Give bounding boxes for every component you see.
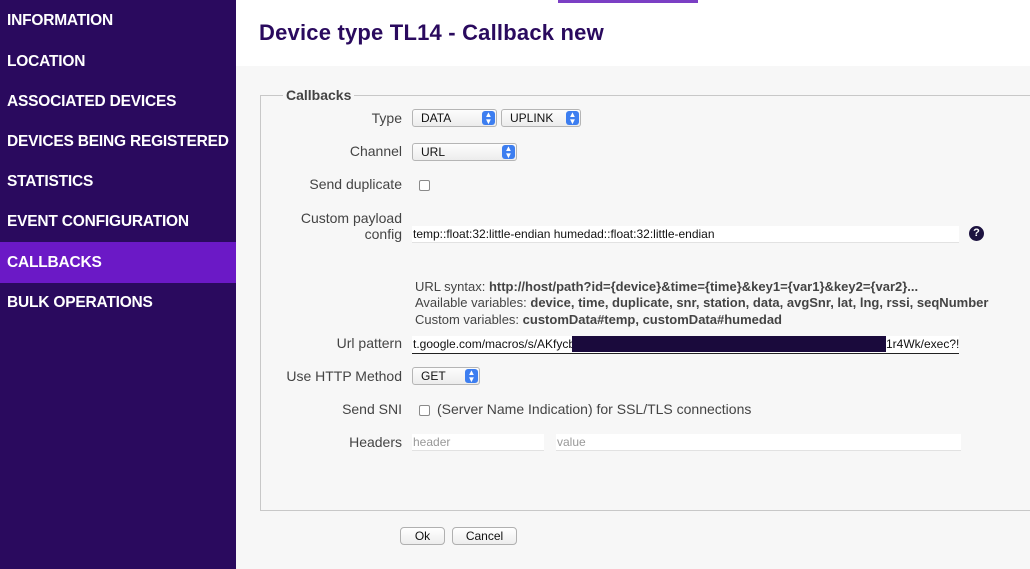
page-header: Device type TL14 - Callback new xyxy=(236,0,1030,66)
question-icon[interactable]: ? xyxy=(969,226,984,241)
sidebar-item-statistics[interactable]: STATISTICS xyxy=(0,162,236,202)
ok-button[interactable]: Ok xyxy=(400,527,445,545)
direction-select-value: UPLINK xyxy=(510,111,554,125)
chevron-updown-icon: ▲ ▼ xyxy=(465,369,478,384)
http-method-label: Use HTTP Method xyxy=(286,368,402,384)
callbacks-fieldset: Callbacks Type DATA ▲ ▼ UPLINK ▲ ▼ Channel… xyxy=(260,87,1030,511)
channel-select[interactable]: URL ▲ ▼ xyxy=(412,143,517,161)
available-variables-value: device, time, duplicate, snr, station, d… xyxy=(530,295,989,310)
sidebar-item-callbacks[interactable]: CALLBACKS xyxy=(0,242,236,283)
channel-select-value: URL xyxy=(421,145,446,159)
send-sni-description: (Server Name Indication) for SSL/TLS con… xyxy=(437,401,752,417)
sidebar-item-event-configuration[interactable]: EVENT CONFIGURATION xyxy=(0,202,236,242)
url-pattern-value-start: t.google.com/macros/s/AKfycb xyxy=(413,337,576,351)
http-method-value: GET xyxy=(421,369,446,383)
custom-variables-value: customData#temp, customData#humedad xyxy=(522,312,782,327)
chevron-updown-icon: ▲ ▼ xyxy=(566,111,579,126)
custom-variables-prefix: Custom variables: xyxy=(415,312,523,327)
url-syntax-info: URL syntax: http://host/path?id={device}… xyxy=(415,279,918,294)
custom-payload-label-config: config xyxy=(364,226,402,242)
type-select-value: DATA xyxy=(421,111,452,125)
active-tab-indicator xyxy=(558,0,698,3)
sidebar: INFORMATION LOCATION ASSOCIATED DEVICES … xyxy=(0,0,236,569)
channel-label: Channel xyxy=(349,143,402,159)
http-method-select[interactable]: GET ▲ ▼ xyxy=(412,367,480,385)
url-pattern-input[interactable]: t.google.com/macros/s/AKfycb 1r4Wk/exec?… xyxy=(412,336,959,354)
type-select[interactable]: DATA ▲ ▼ xyxy=(412,109,497,127)
type-label: Type xyxy=(371,110,402,126)
headers-label: Headers xyxy=(349,434,402,450)
fieldset-legend: Callbacks xyxy=(283,87,355,103)
send-duplicate-label: Send duplicate xyxy=(309,176,402,192)
available-variables-info: Available variables: device, time, dupli… xyxy=(415,295,988,310)
sidebar-item-location[interactable]: LOCATION xyxy=(0,42,236,82)
header-value-input[interactable] xyxy=(556,434,961,451)
sidebar-item-devices-being-registered[interactable]: DEVICES BEING REGISTERED xyxy=(0,122,236,162)
custom-payload-input[interactable] xyxy=(412,226,959,243)
send-duplicate-checkbox[interactable] xyxy=(419,180,430,191)
sidebar-item-associated-devices[interactable]: ASSOCIATED DEVICES xyxy=(0,82,236,122)
chevron-updown-icon: ▲ ▼ xyxy=(482,111,495,126)
custom-variables-info: Custom variables: customData#temp, custo… xyxy=(415,312,782,327)
send-sni-label: Send SNI xyxy=(342,401,402,417)
url-syntax-prefix: URL syntax: xyxy=(415,279,489,294)
cancel-button[interactable]: Cancel xyxy=(452,527,517,545)
direction-select[interactable]: UPLINK ▲ ▼ xyxy=(501,109,581,127)
chevron-updown-icon: ▲ ▼ xyxy=(502,145,515,160)
header-name-input[interactable] xyxy=(412,434,544,451)
redacted-block xyxy=(572,336,886,352)
send-sni-checkbox[interactable] xyxy=(419,405,430,416)
sidebar-item-bulk-operations[interactable]: BULK OPERATIONS xyxy=(0,283,236,323)
sidebar-item-information[interactable]: INFORMATION xyxy=(0,0,236,42)
main-content: Callbacks Type DATA ▲ ▼ UPLINK ▲ ▼ Channel… xyxy=(236,66,1030,569)
url-pattern-value-end: 1r4Wk/exec?! xyxy=(886,337,959,351)
page-title: Device type TL14 - Callback new xyxy=(259,20,604,45)
available-variables-prefix: Available variables: xyxy=(415,295,531,310)
url-syntax-value: http://host/path?id={device}&time={time}… xyxy=(488,279,919,294)
custom-payload-label: Custom payload xyxy=(300,210,402,226)
url-pattern-label: Url pattern xyxy=(336,335,402,351)
